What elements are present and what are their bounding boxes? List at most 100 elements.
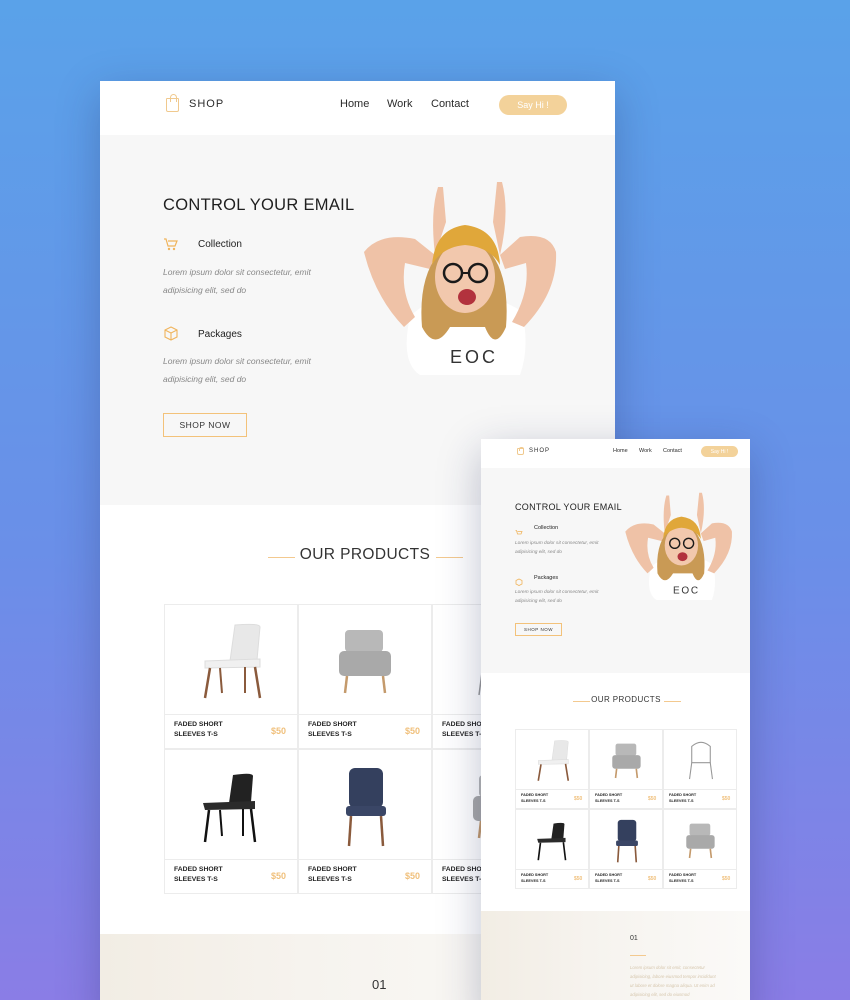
feature-desc-line: adipisicing elit, sed do [515,599,562,604]
product-card[interactable]: FADED SHORT SLEEVES T-S $50 [164,749,298,894]
feature-desc-line: Lorem ipsum dolor sit consectetur, emit [515,541,599,546]
section-divider [268,557,295,558]
product-price: $50 [722,876,731,882]
nav-contact[interactable]: Contact [663,448,682,454]
nav-home[interactable]: Home [613,448,628,454]
product-name-line1: FADED SHORT [308,866,357,873]
product-name-line2: SLEEVES T-S [442,731,486,738]
product-card[interactable]: FADED SHORT SLEEVES T-S $50 [515,809,589,889]
product-name-line1: FADED SHORT [669,793,697,797]
footer-section: 01 Lorem ipsum dolor sit emit, consectet… [481,911,750,1000]
product-price: $50 [271,871,287,881]
product-card[interactable]: FADED SHORT SLEEVES T-S $50 [589,809,663,889]
nav-work[interactable]: Work [387,98,412,110]
product-name-line2: SLEEVES T-S [595,799,620,803]
hero-title: CONTROL YOUR EMAIL [515,502,622,512]
hero-woman-photo: EOC [364,182,557,375]
product-name-line2: SLEEVES T-S [174,876,218,883]
site-header: SHOP Home Work Contact Say Hi ! [100,81,615,135]
product-card[interactable]: FADED SHORT SLEEVES T-S $50 [298,604,432,749]
product-name-line2: SLEEVES T-S [521,879,546,883]
section-divider [436,557,463,558]
hero-woman-photo: EOC [625,492,733,600]
cart-icon [515,524,523,535]
gray-armchair-image [590,730,662,790]
shirt-print: EOC [450,347,498,367]
brand-logo[interactable]: SHOP [529,448,550,454]
nav-home[interactable]: Home [340,98,369,110]
feature-label-collection: Collection [198,239,242,250]
product-name-line1: FADED SHORT [174,721,223,728]
product-name-line1: FADED SHORT [595,793,623,797]
shopping-bag-icon [166,93,179,112]
product-name-line1: FADED SHORT [521,873,549,877]
feature-label-collection: Collection [534,525,559,531]
product-card[interactable]: FADED SHORT SLEEVES T-S $50 [663,809,737,889]
white-chair-image [516,730,588,790]
section-divider [664,701,681,702]
product-card[interactable]: FADED SHORT SLEEVES T-S $50 [589,729,663,809]
product-name-line1: FADED SHORT [174,866,223,873]
hero-title: CONTROL YOUR EMAIL [163,196,355,214]
products-title: OUR PRODUCTS [299,546,431,563]
product-name-line2: SLEEVES T-S [669,879,694,883]
product-name-line2: SLEEVES T-S [669,799,694,803]
product-price: $50 [405,726,421,736]
hero-section: CONTROL YOUR EMAIL Collection Lorem ipsu… [481,468,750,673]
footer-divider [630,955,646,956]
gray-armchair-image [664,810,736,870]
footer-text-line: adipisicing, labore eiusmod tempor incid… [630,974,716,979]
product-card[interactable]: FADED SHORT SLEEVES T-S $50 [298,749,432,894]
package-icon [515,573,523,586]
product-name-line1: FADED SHORT [595,873,623,877]
black-chair-image [516,810,588,870]
package-icon [163,325,179,341]
feature-desc-line: Lorem ipsum dolor sit consectetur, emit [515,590,599,595]
footer-text-line: adipisicing elit, sed do eiusmod [630,992,690,997]
product-name-line1: FADED SHORT [669,873,697,877]
product-card[interactable]: FADED SHORT SLEEVES T-S $50 [663,729,737,809]
wire-chair-image [664,730,736,790]
brand-logo[interactable]: SHOP [189,98,224,110]
white-chair-image [165,605,297,715]
product-name-line2: SLEEVES T-S [442,876,486,883]
footer-number: 01 [372,977,387,992]
gray-armchair-image [299,605,431,715]
navy-chair-image [590,810,662,870]
feature-desc-line: adipisicing elit, sed do [163,374,247,384]
footer-text-line: ut labore et dolore magna aliqua. Ut eni… [630,983,715,988]
product-card[interactable]: FADED SHORT SLEEVES T-S $50 [515,729,589,809]
product-name-line2: SLEEVES T-S [521,799,546,803]
nav-work[interactable]: Work [639,448,652,454]
product-name-line2: SLEEVES T-S [308,731,352,738]
product-name-line1: FADED SHORT [521,793,549,797]
feature-desc-line: Lorem ipsum dolor sit consectetur, emit [163,267,311,277]
product-price: $50 [271,726,287,736]
site-header: SHOP Home Work Contact Say Hi ! [481,439,750,468]
product-price: $50 [405,871,421,881]
shop-now-button[interactable]: SHOP NOW [515,623,562,636]
feature-desc-line: Lorem ipsum dolor sit consectetur, emit [163,356,311,366]
feature-desc-line: adipisicing elit, sed do [163,285,247,295]
say-hi-button[interactable]: Say Hi ! [701,446,738,457]
footer-number: 01 [630,935,638,942]
product-price: $50 [648,796,657,802]
product-name-line1: FADED SHORT [308,721,357,728]
product-price: $50 [722,796,731,802]
navy-chair-image [299,750,431,860]
nav-contact[interactable]: Contact [431,98,469,110]
product-price: $50 [574,796,583,802]
shopping-bag-icon [517,446,524,455]
shop-now-button[interactable]: SHOP NOW [163,413,247,437]
product-card[interactable]: FADED SHORT SLEEVES T-S $50 [164,604,298,749]
feature-label-packages: Packages [534,575,559,581]
say-hi-button[interactable]: Say Hi ! [499,95,567,115]
product-name-line2: SLEEVES T-S [308,876,352,883]
product-name-line2: SLEEVES T-S [174,731,218,738]
cart-icon [163,236,179,252]
black-chair-image [165,750,297,860]
feature-label-packages: Packages [198,329,242,340]
product-price: $50 [574,876,583,882]
product-price: $50 [648,876,657,882]
tablet-mockup: SHOP Home Work Contact Say Hi ! CONTROL … [481,439,750,1000]
